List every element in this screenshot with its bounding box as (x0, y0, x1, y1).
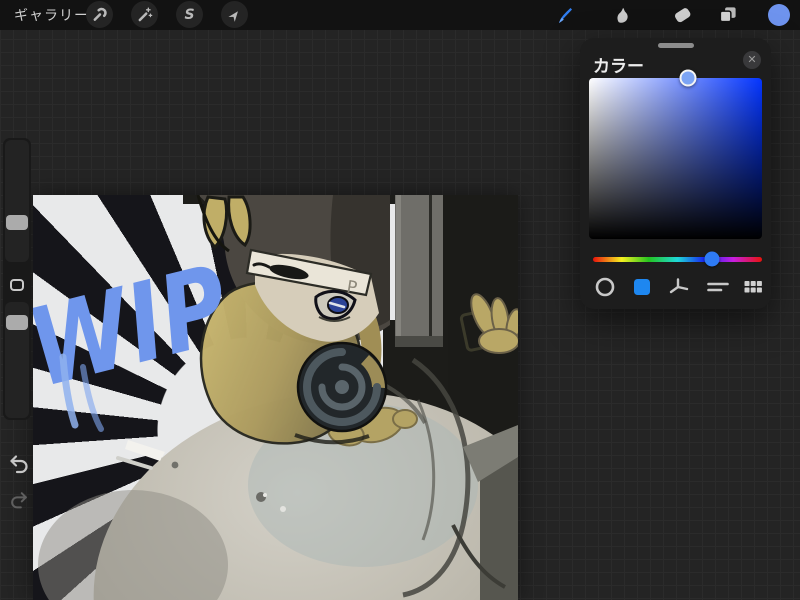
color-mode-value[interactable] (706, 275, 730, 299)
color-panel-title: カラー (593, 57, 644, 76)
brush-size-slider[interactable] (5, 140, 29, 262)
color-selector-dot[interactable] (679, 69, 697, 87)
drawing-canvas[interactable]: P WIP (33, 195, 518, 600)
wall-column (395, 195, 443, 347)
panel-drag-handle[interactable] (657, 43, 694, 48)
modify-button[interactable] (10, 279, 24, 291)
close-icon[interactable]: ✕ (743, 51, 761, 69)
hue-thumb[interactable] (704, 251, 720, 267)
eraser-icon (674, 7, 690, 22)
adjustments-button[interactable] (131, 1, 158, 28)
eraser-tool-button[interactable] (668, 1, 695, 28)
undo-button[interactable] (7, 453, 31, 477)
color-mode-harmony[interactable] (667, 275, 691, 299)
paint-brush-icon (558, 7, 572, 23)
saturation-brightness-square[interactable] (589, 69, 762, 239)
painting-artwork: P WIP (33, 195, 518, 600)
active-color-swatch (767, 3, 790, 26)
smudge-finger-icon (617, 7, 628, 23)
transform-arrow-icon (227, 10, 238, 22)
layers-icon (719, 7, 736, 23)
top-toolbar: ギャラリー S (0, 0, 800, 30)
adjustments-wand-icon (138, 7, 153, 22)
hue-slider[interactable] (593, 251, 762, 267)
classic-mode-icon (634, 279, 650, 295)
redo-icon (11, 492, 27, 509)
transform-button[interactable] (221, 1, 248, 28)
color-mode-classic[interactable] (630, 275, 654, 299)
actions-button[interactable] (86, 1, 113, 28)
value-mode-icon (707, 282, 729, 292)
selection-icon: S (184, 6, 195, 23)
layers-button[interactable] (714, 1, 741, 28)
redo-button[interactable] (8, 490, 32, 514)
gallery-button[interactable]: ギャラリー (14, 5, 89, 25)
procreate-workspace: ギャラリー S P WIP カラー ✕ (0, 0, 800, 600)
color-mode-palettes[interactable] (741, 275, 765, 299)
palettes-mode-icon (744, 281, 762, 293)
color-swatch-button[interactable] (765, 1, 792, 28)
brush-size-handle[interactable] (6, 215, 28, 230)
actions-wrench-icon (93, 7, 107, 21)
opacity-handle[interactable] (6, 315, 28, 330)
brush-tool-button[interactable] (551, 1, 578, 28)
color-panel: カラー ✕ (580, 38, 771, 309)
smudge-tool-button[interactable] (609, 1, 636, 28)
undo-icon (10, 455, 28, 474)
selection-button[interactable]: S (176, 1, 203, 28)
harmony-mode-icon (669, 278, 689, 294)
brush-sidebar (3, 138, 31, 420)
color-mode-disc[interactable] (593, 275, 617, 299)
disc-mode-icon (595, 277, 615, 297)
